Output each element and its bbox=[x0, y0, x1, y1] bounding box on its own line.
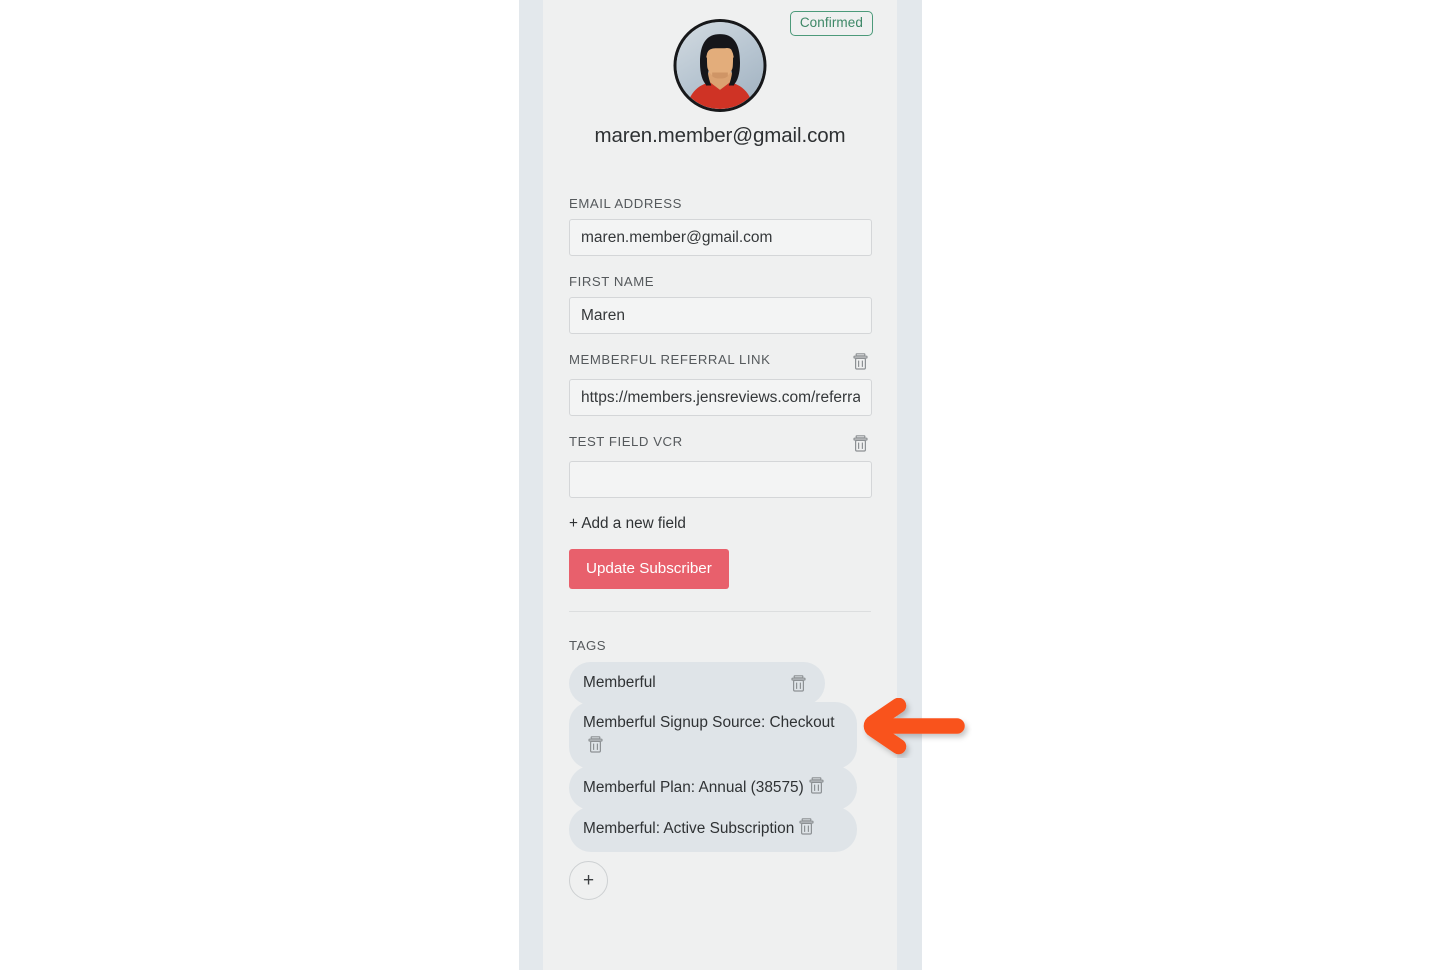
tag-item[interactable]: Memberful bbox=[569, 662, 825, 706]
field-label: MEMBERFUL REFERRAL LINK bbox=[569, 352, 771, 367]
test-field-vcr-field[interactable] bbox=[569, 461, 872, 498]
first-name-field[interactable] bbox=[569, 297, 872, 334]
tags-heading: TAGS bbox=[569, 638, 607, 653]
field-label-row: TEST FIELD VCR bbox=[569, 434, 871, 453]
tag-label: Memberful bbox=[583, 674, 656, 691]
app-frame: Confirmed maren.member@gmail.com EMAIL A… bbox=[519, 0, 922, 970]
trash-icon[interactable] bbox=[799, 817, 817, 836]
update-subscriber-button[interactable]: Update Subscriber bbox=[569, 549, 729, 589]
trash-icon[interactable] bbox=[853, 352, 871, 371]
field-label: EMAIL ADDRESS bbox=[569, 196, 682, 211]
tag-label: Memberful Plan: Annual (38575) bbox=[583, 778, 804, 796]
tag-list: Memberful Memberful Signup Source: Check… bbox=[569, 662, 871, 852]
avatar bbox=[673, 19, 767, 112]
add-tag-button[interactable]: + bbox=[569, 860, 608, 900]
trash-icon[interactable] bbox=[809, 776, 827, 795]
referral-link-field[interactable] bbox=[569, 379, 872, 416]
subscriber-detail-panel: Confirmed maren.member@gmail.com EMAIL A… bbox=[543, 0, 897, 970]
add-new-field-link[interactable]: + Add a new field bbox=[569, 515, 686, 533]
field-email-address: EMAIL ADDRESS bbox=[569, 196, 872, 256]
page-title: maren.member@gmail.com bbox=[594, 124, 846, 147]
avatar-image bbox=[673, 19, 767, 112]
field-label-row: MEMBERFUL REFERRAL LINK bbox=[569, 352, 871, 371]
field-label: FIRST NAME bbox=[569, 274, 655, 289]
subscriber-form: EMAIL ADDRESS FIRST NAME MEMBERFUL REFER… bbox=[543, 196, 897, 612]
email-field[interactable] bbox=[569, 219, 872, 256]
status-badge: Confirmed bbox=[789, 11, 873, 36]
tag-item[interactable]: Memberful: Active Subscription bbox=[569, 807, 857, 852]
field-label: TEST FIELD VCR bbox=[569, 434, 683, 449]
field-memberful-referral-link: MEMBERFUL REFERRAL LINK bbox=[569, 352, 872, 416]
user-avatar-photo-icon bbox=[676, 22, 764, 109]
field-test-field-vcr: TEST FIELD VCR bbox=[569, 434, 872, 498]
tags-section: TAGS Memberful Memberful Signup Source: … bbox=[543, 638, 897, 900]
tag-item[interactable]: Memberful Signup Source: Checkout bbox=[569, 702, 857, 769]
tag-label: Memberful Signup Source: Checkout bbox=[583, 714, 835, 732]
tag-item[interactable]: Memberful Plan: Annual (38575) bbox=[569, 765, 857, 811]
field-first-name: FIRST NAME bbox=[569, 274, 872, 334]
trash-icon[interactable] bbox=[853, 434, 871, 453]
profile-header: Confirmed maren.member@gmail.com bbox=[543, 0, 897, 196]
trash-icon[interactable] bbox=[791, 674, 809, 693]
trash-icon[interactable] bbox=[588, 735, 606, 754]
section-divider bbox=[569, 611, 871, 612]
tag-label: Memberful: Active Subscription bbox=[583, 820, 795, 838]
